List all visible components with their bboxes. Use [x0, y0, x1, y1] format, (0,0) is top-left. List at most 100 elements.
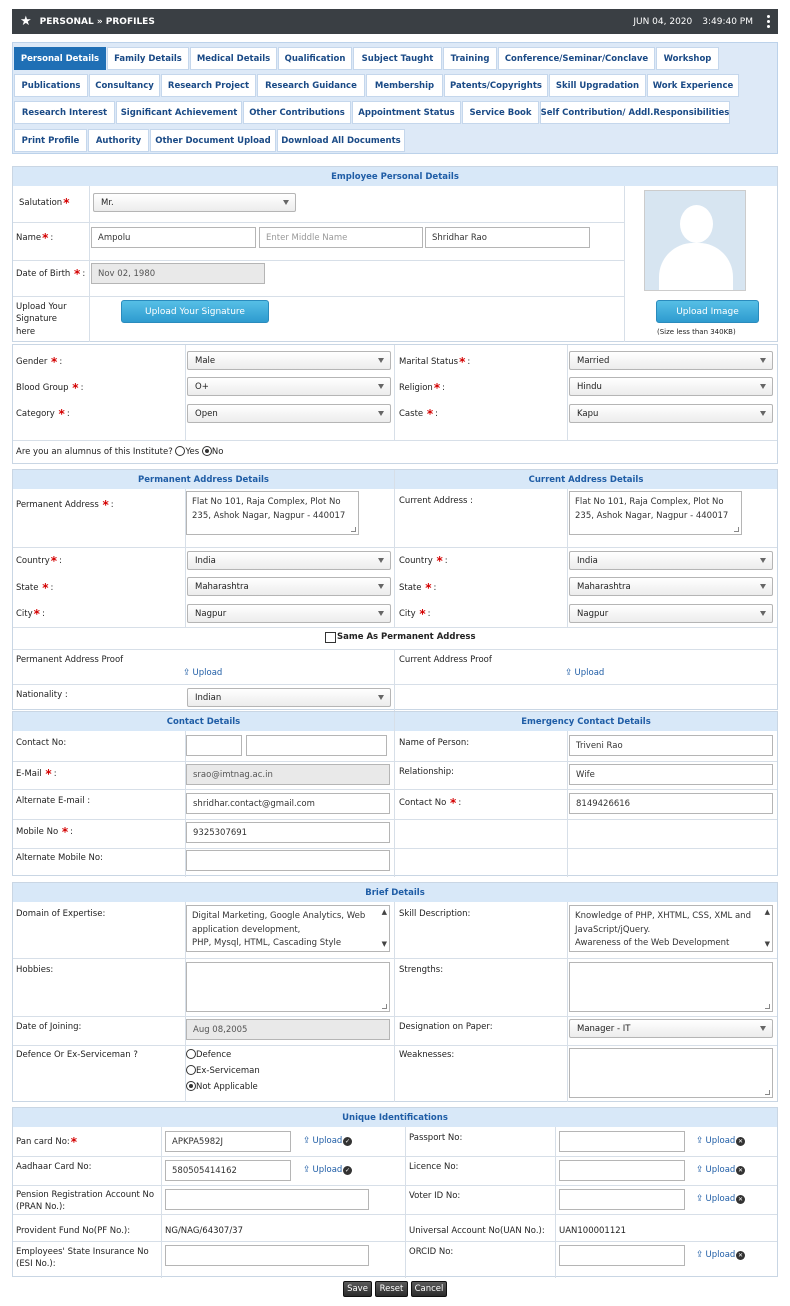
tab-consultancy[interactable]: Consultancy	[89, 74, 160, 97]
contact-no-input[interactable]	[246, 735, 387, 756]
tab-research-guidance[interactable]: Research Guidance	[257, 74, 365, 97]
hobbies-textarea[interactable]	[186, 962, 390, 1012]
upload-signature-button[interactable]: Upload Your Signature	[121, 300, 269, 323]
tab-download-all-documents[interactable]: Download All Documents	[277, 129, 405, 152]
emergency-person-input[interactable]: Triveni Rao	[569, 735, 773, 756]
voter-upload[interactable]: ⇪ Upload	[696, 1194, 735, 1204]
tab-qualification[interactable]: Qualification	[278, 47, 352, 70]
marital-select[interactable]: Married	[569, 351, 773, 370]
blood-group-select[interactable]: O+	[187, 377, 391, 396]
ex-serviceman-option[interactable]: Ex-Serviceman	[186, 1065, 260, 1077]
curr-proof-upload[interactable]: ⇪ Upload	[565, 668, 604, 678]
tab-skill-upgradation[interactable]: Skill Upgradation	[549, 74, 646, 97]
close-icon[interactable]: ✕	[736, 1137, 745, 1146]
close-icon[interactable]: ✕	[736, 1251, 745, 1260]
scroll-up-icon[interactable]: ▲	[765, 909, 770, 916]
tab-other-contributions[interactable]: Other Contributions	[243, 101, 351, 124]
category-select[interactable]: Open	[187, 404, 391, 423]
orcid-input[interactable]	[559, 1245, 685, 1266]
tab-work-experience[interactable]: Work Experience	[647, 74, 739, 97]
more-menu-icon[interactable]	[767, 15, 770, 28]
orcid-upload[interactable]: ⇪ Upload	[696, 1250, 735, 1260]
pan-input[interactable]: APKPA5982J	[165, 1131, 291, 1152]
mobile-input[interactable]: 9325307691	[186, 822, 390, 843]
curr-country-select[interactable]: India	[569, 551, 773, 570]
curr-city-select[interactable]: Nagpur	[569, 604, 773, 623]
designation-select[interactable]: Manager - IT	[569, 1019, 773, 1038]
pran-input[interactable]	[165, 1189, 369, 1210]
scroll-up-icon[interactable]: ▲	[382, 909, 387, 916]
upload-image-button[interactable]: Upload Image	[656, 300, 759, 323]
perm-state-select[interactable]: Maharashtra	[187, 577, 391, 596]
tab-patents[interactable]: Patents/Copyrights	[444, 74, 548, 97]
tab-other-document-upload[interactable]: Other Document Upload	[150, 129, 276, 152]
pan-upload[interactable]: ⇪ Upload	[303, 1136, 342, 1146]
perm-address-textarea[interactable]: Flat No 101, Raja Complex, Plot No 235, A…	[186, 491, 359, 535]
esi-input[interactable]	[165, 1245, 369, 1266]
tab-medical-details[interactable]: Medical Details	[190, 47, 277, 70]
ex-serviceman-radio[interactable]	[186, 1065, 196, 1075]
tab-service-book[interactable]: Service Book	[462, 101, 539, 124]
curr-address-textarea[interactable]: Flat No 101, Raja Complex, Plot No 235, A…	[569, 491, 742, 535]
curr-state-select[interactable]: Maharashtra	[569, 577, 773, 596]
gender-select[interactable]: Male	[187, 351, 391, 370]
alt-mobile-input[interactable]	[186, 850, 390, 871]
tab-significant-achievement[interactable]: Significant Achievement	[116, 101, 242, 124]
cancel-button[interactable]: Cancel	[411, 1281, 447, 1297]
email-input[interactable]: srao@imtnag.ac.in	[186, 764, 390, 785]
tab-publications[interactable]: Publications	[14, 74, 88, 97]
perm-proof-upload[interactable]: ⇪ Upload	[183, 668, 222, 678]
salutation-select[interactable]: Mr.	[93, 193, 296, 212]
profile-avatar[interactable]	[644, 190, 746, 291]
tab-personal-details[interactable]: Personal Details	[14, 47, 106, 70]
aadhaar-input[interactable]: 580505414162	[165, 1160, 291, 1181]
same-address-checkbox[interactable]	[325, 632, 336, 643]
not-applicable-radio[interactable]	[186, 1081, 196, 1091]
scroll-down-icon[interactable]: ▼	[382, 941, 387, 948]
licence-input[interactable]	[559, 1160, 685, 1181]
close-icon[interactable]: ✕	[736, 1166, 745, 1175]
tab-research-interest[interactable]: Research Interest	[14, 101, 115, 124]
weaknesses-textarea[interactable]	[569, 1048, 773, 1098]
tab-training[interactable]: Training	[443, 47, 497, 70]
tab-conference[interactable]: Conference/Seminar/Conclave	[498, 47, 655, 70]
defence-radio[interactable]	[186, 1049, 196, 1059]
dob-input[interactable]: Nov 02, 1980	[91, 263, 265, 284]
close-icon[interactable]: ✕	[736, 1195, 745, 1204]
tab-print-profile[interactable]: Print Profile	[14, 129, 87, 152]
first-name-input[interactable]: Ampolu	[91, 227, 256, 248]
alumnus-yes-radio[interactable]	[175, 446, 186, 456]
religion-select[interactable]: Hindu	[569, 377, 773, 396]
alt-email-input[interactable]: shridhar.contact@gmail.com	[186, 793, 390, 814]
relationship-input[interactable]: Wife	[569, 764, 773, 785]
passport-upload[interactable]: ⇪ Upload	[696, 1136, 735, 1146]
defence-option[interactable]: Defence	[186, 1049, 231, 1061]
save-button[interactable]: Save	[343, 1281, 372, 1297]
strengths-textarea[interactable]	[569, 962, 773, 1012]
nationality-select[interactable]: Indian	[187, 688, 391, 707]
voter-input[interactable]	[559, 1189, 685, 1210]
tab-subject-taught[interactable]: Subject Taught	[353, 47, 442, 70]
contact-code-input[interactable]	[186, 735, 242, 756]
tab-workshop[interactable]: Workshop	[656, 47, 719, 70]
perm-city-select[interactable]: Nagpur	[187, 604, 391, 623]
skill-textarea[interactable]: Knowledge of PHP, XHTML, CSS, XML and Jav…	[569, 905, 773, 952]
licence-upload[interactable]: ⇪ Upload	[696, 1165, 735, 1175]
perm-country-select[interactable]: India	[187, 551, 391, 570]
tab-authority[interactable]: Authority	[88, 129, 149, 152]
last-name-input[interactable]: Shridhar Rao	[425, 227, 590, 248]
aadhaar-upload[interactable]: ⇪ Upload	[303, 1165, 342, 1175]
domain-textarea[interactable]: Digital Marketing, Google Analytics, Web…	[186, 905, 390, 952]
star-icon[interactable]: ★	[20, 14, 32, 29]
emergency-contact-input[interactable]: 8149426616	[569, 793, 773, 814]
passport-input[interactable]	[559, 1131, 685, 1152]
tab-research-project[interactable]: Research Project	[161, 74, 256, 97]
middle-name-input[interactable]: Enter Middle Name	[259, 227, 423, 248]
tab-membership[interactable]: Membership	[366, 74, 443, 97]
caste-select[interactable]: Kapu	[569, 404, 773, 423]
doj-input[interactable]: Aug 08,2005	[186, 1019, 390, 1040]
reset-button[interactable]: Reset	[375, 1281, 408, 1297]
alumnus-no-radio[interactable]	[201, 446, 212, 456]
not-applicable-option[interactable]: Not Applicable	[186, 1081, 258, 1093]
tab-appointment-status[interactable]: Appointment Status	[352, 101, 461, 124]
